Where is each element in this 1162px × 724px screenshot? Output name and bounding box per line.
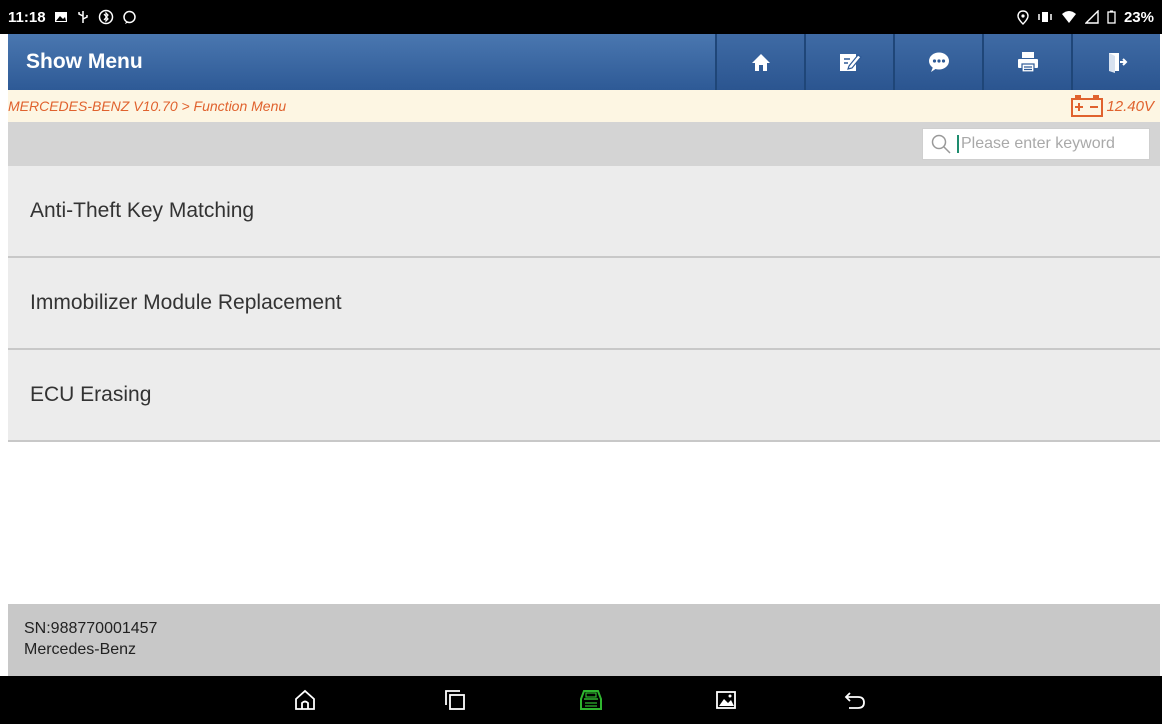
image-notification-icon: [54, 10, 68, 24]
search-row: [8, 122, 1160, 166]
battery-percent: 23%: [1123, 8, 1154, 26]
home-icon: [751, 54, 770, 71]
screen: 11:18 23% Show Menu MERCEDES-BENZ V10.70…: [0, 0, 1162, 724]
function-menu-list: Anti-Theft Key Matching Immobilizer Modu…: [8, 166, 1160, 442]
chat-notification-icon: [122, 10, 137, 25]
nav-gallery-button[interactable]: [712, 686, 740, 714]
status-right: 23%: [1017, 9, 1154, 26]
nav-back-button[interactable]: [841, 686, 869, 714]
home-icon: [295, 689, 315, 710]
battery-voltage: 12.40V: [1070, 94, 1154, 118]
menu-item-immobilizer-module-replacement[interactable]: Immobilizer Module Replacement: [8, 258, 1160, 350]
vibrate-icon: [1037, 10, 1053, 24]
status-left: 11:18: [8, 9, 137, 26]
clock: 11:18: [8, 8, 46, 26]
print-icon: [1017, 52, 1038, 73]
home-button[interactable]: [715, 34, 804, 90]
nav-vci-button[interactable]: [577, 686, 605, 714]
edit-button[interactable]: [804, 34, 893, 90]
exit-button[interactable]: [1071, 34, 1160, 90]
message-button[interactable]: [893, 34, 982, 90]
bluetooth-notification-icon: [98, 9, 114, 25]
gallery-icon: [716, 691, 736, 709]
serial-number: SN:988770001457: [24, 620, 158, 637]
voltage-value: 12.40V: [1106, 97, 1154, 115]
device-info: SN:988770001457 Mercedes-Benz: [8, 604, 1160, 676]
signal-icon: [1084, 10, 1099, 24]
usb-icon: [76, 10, 90, 24]
nav-recents-button[interactable]: [441, 686, 469, 714]
car-battery-icon: [1071, 95, 1104, 117]
breadcrumb: MERCEDES-BENZ V10.70 > Function Menu: [8, 98, 287, 114]
vehicle-brand: Mercedes-Benz: [24, 641, 137, 658]
recents-icon: [445, 690, 465, 710]
edit-icon: [839, 54, 862, 71]
status-bar: 11:18 23%: [0, 0, 1162, 34]
wifi-icon: [1061, 10, 1077, 24]
title-bar: Show Menu: [8, 34, 1160, 90]
menu-item-anti-theft-key-matching[interactable]: Anti-Theft Key Matching: [8, 166, 1160, 258]
print-button[interactable]: [982, 34, 1071, 90]
search-input[interactable]: [957, 135, 1137, 153]
exit-icon: [1108, 53, 1127, 73]
vci-icon: [580, 690, 602, 710]
location-icon: [1017, 9, 1029, 25]
battery-icon: [1107, 10, 1116, 24]
nav-home-button[interactable]: [291, 686, 319, 714]
back-icon: [844, 692, 865, 709]
message-icon: [928, 52, 949, 72]
breadcrumb-bar: MERCEDES-BENZ V10.70 > Function Menu 12.…: [8, 90, 1160, 122]
navigation-bar: [0, 676, 1162, 724]
search-box[interactable]: [922, 128, 1150, 160]
search-icon: [931, 134, 951, 154]
menu-item-ecu-erasing[interactable]: ECU Erasing: [8, 350, 1160, 442]
page-title: Show Menu: [26, 50, 143, 73]
